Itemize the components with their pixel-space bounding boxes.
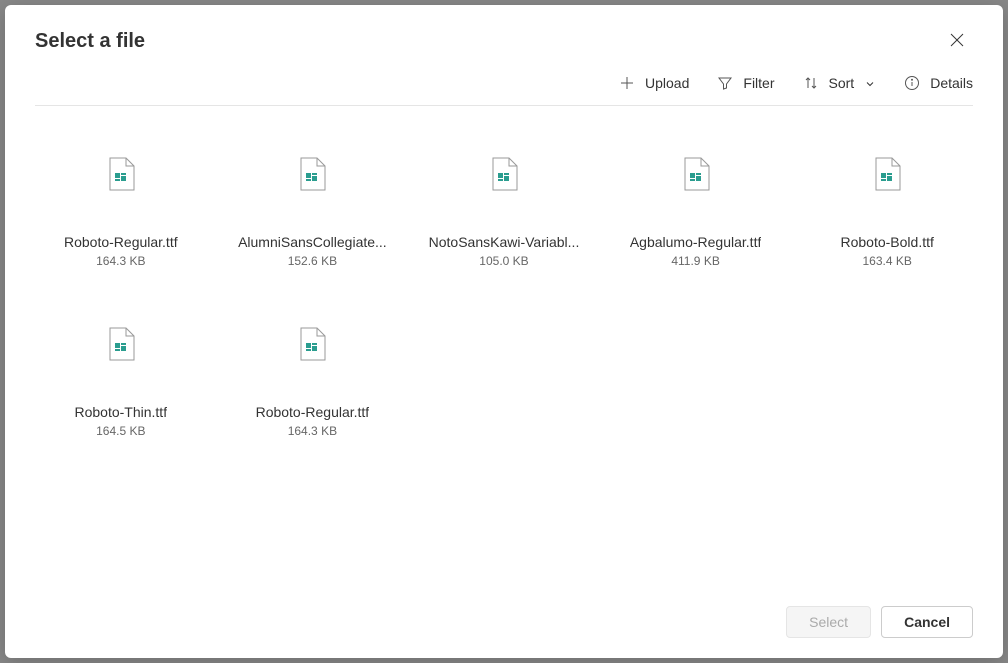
sort-button[interactable]: Sort: [803, 75, 877, 91]
file-item[interactable]: Roboto-Bold.ttf 163.4 KB: [801, 136, 973, 276]
close-icon: [949, 32, 965, 51]
details-button[interactable]: Details: [904, 75, 973, 91]
chevron-down-icon: [864, 77, 876, 89]
file-icon: [91, 314, 151, 374]
file-size: 163.4 KB: [863, 254, 912, 268]
cancel-button[interactable]: Cancel: [881, 606, 973, 638]
file-size: 152.6 KB: [288, 254, 337, 268]
file-size: 105.0 KB: [479, 254, 528, 268]
file-name: Roboto-Regular.ttf: [64, 234, 178, 250]
filter-icon: [717, 75, 733, 91]
file-icon: [857, 144, 917, 204]
upload-label: Upload: [645, 75, 689, 91]
dialog-footer: Select Cancel: [5, 590, 1003, 658]
select-button[interactable]: Select: [786, 606, 871, 638]
file-item[interactable]: AlumniSansCollegiate... 152.6 KB: [227, 136, 399, 276]
sort-label: Sort: [829, 75, 855, 91]
plus-icon: [619, 75, 635, 91]
file-item[interactable]: NotoSansKawi-Variabl... 105.0 KB: [418, 136, 590, 276]
toolbar: Upload Filter Sort: [35, 65, 973, 106]
filter-button[interactable]: Filter: [717, 75, 774, 91]
file-name: Roboto-Thin.ttf: [74, 404, 167, 420]
file-grid-container: Roboto-Regular.ttf 164.3 KB AlumniSansCol…: [5, 106, 1003, 590]
file-icon: [282, 144, 342, 204]
dialog-title: Select a file: [35, 30, 145, 53]
file-picker-dialog: Select a file Upload: [5, 5, 1003, 658]
file-item[interactable]: Agbalumo-Regular.ttf 411.9 KB: [610, 136, 782, 276]
details-label: Details: [930, 75, 973, 91]
file-name: Agbalumo-Regular.ttf: [630, 234, 762, 250]
dialog-header: Select a file: [5, 5, 1003, 65]
sort-icon: [803, 75, 819, 91]
file-size: 164.3 KB: [288, 424, 337, 438]
file-icon: [474, 144, 534, 204]
close-button[interactable]: [941, 25, 973, 57]
file-item[interactable]: Roboto-Regular.ttf 164.3 KB: [227, 306, 399, 446]
filter-label: Filter: [743, 75, 774, 91]
file-size: 411.9 KB: [671, 254, 719, 268]
file-size: 164.5 KB: [96, 424, 145, 438]
file-grid: Roboto-Regular.ttf 164.3 KB AlumniSansCol…: [35, 136, 973, 446]
file-name: Roboto-Bold.ttf: [841, 234, 934, 250]
file-icon: [666, 144, 726, 204]
upload-button[interactable]: Upload: [619, 75, 689, 91]
file-item[interactable]: Roboto-Regular.ttf 164.3 KB: [35, 136, 207, 276]
file-item[interactable]: Roboto-Thin.ttf 164.5 KB: [35, 306, 207, 446]
file-icon: [91, 144, 151, 204]
file-name: NotoSansKawi-Variabl...: [429, 234, 580, 250]
file-name: Roboto-Regular.ttf: [256, 404, 370, 420]
file-name: AlumniSansCollegiate...: [238, 234, 387, 250]
file-icon: [282, 314, 342, 374]
file-size: 164.3 KB: [96, 254, 145, 268]
info-icon: [904, 75, 920, 91]
